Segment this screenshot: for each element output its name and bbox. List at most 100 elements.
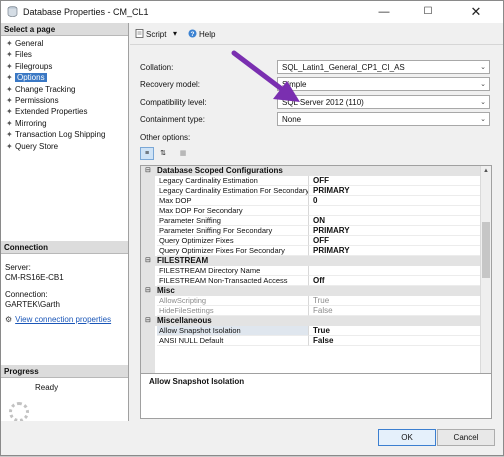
database-properties-window: Database Properties - CM_CL1 — ☐ ✕ Selec… — [0, 0, 504, 456]
close-button[interactable]: ✕ — [459, 1, 493, 23]
categorized-sort-icon[interactable]: ≡ — [140, 147, 154, 160]
property-row-query-optimizer-fixes-secondary[interactable]: Query Optimizer Fixes For Secondary PRIMA… — [141, 246, 481, 256]
wrench-icon: ✦ — [6, 61, 13, 71]
options-property-grid: ⊟ Database Scoped Configurations Legacy C… — [140, 165, 492, 391]
wrench-icon: ✦ — [6, 39, 13, 48]
dialog-footer: OK Cancel — [1, 421, 503, 455]
progress-status: Ready — [35, 383, 59, 392]
collation-row: Collation: SQL_Latin1_General_CP1_CI_AS ⌄ — [140, 60, 500, 75]
chevron-down-icon: ⌄ — [480, 116, 486, 123]
property-row-filestream-directory-name[interactable]: FILESTREAM Directory Name — [141, 266, 481, 276]
page-item-change-tracking[interactable]: ✦ Change Tracking — [3, 84, 125, 95]
property-row-legacy-cardinality-estimation[interactable]: Legacy Cardinality Estimation OFF — [141, 176, 481, 186]
page-item-query-store[interactable]: ✦ Query Store — [3, 141, 125, 152]
property-row-allowscripting[interactable]: AllowScripting True — [141, 296, 481, 306]
svg-text:?: ? — [191, 31, 195, 38]
select-page-header: Select a page — [1, 23, 128, 36]
server-value: CM-RS16E-CB1 — [5, 273, 64, 282]
page-item-filegroups[interactable]: ✦ Filegroups — [3, 61, 125, 72]
connection-value: GARTEK\Garth — [5, 300, 60, 309]
wrench-icon: ✦ — [6, 50, 13, 60]
connection-properties-icon: ⚙ — [5, 315, 13, 324]
database-icon — [7, 6, 18, 17]
page-item-general[interactable]: ✦ General — [3, 38, 125, 49]
recovery-model-select[interactable]: Simple ⌄ — [277, 77, 490, 91]
cancel-button[interactable]: Cancel — [437, 429, 495, 446]
progress-spinner-icon — [9, 402, 29, 422]
view-connection-properties-row: ⚙ View connection properties — [5, 315, 111, 324]
recovery-model-label: Recovery model: — [140, 80, 201, 89]
containment-type-label: Containment type: — [140, 115, 205, 124]
containment-type-select[interactable]: None ⌄ — [277, 112, 490, 126]
chevron-down-icon: ⌄ — [480, 81, 486, 88]
property-row-allow-snapshot-isolation[interactable]: Allow Snapshot Isolation True — [141, 326, 481, 336]
property-row-max-dop-secondary[interactable]: Max DOP For Secondary — [141, 206, 481, 216]
ok-button[interactable]: OK — [378, 429, 436, 446]
collapse-icon[interactable]: ⊟ — [145, 316, 151, 326]
collapse-icon[interactable]: ⊟ — [145, 286, 151, 296]
compatibility-level-row: Compatibility level: SQL Server 2012 (11… — [140, 95, 500, 110]
window-title: Database Properties - CM_CL1 — [23, 7, 149, 17]
script-dropdown-chevron-icon[interactable]: ▾ — [173, 29, 177, 38]
page-item-options[interactable]: ✦ Options — [3, 72, 125, 83]
help-button[interactable]: ? Help — [188, 29, 215, 39]
property-row-query-optimizer-fixes[interactable]: Query Optimizer Fixes OFF — [141, 236, 481, 246]
compatibility-level-select[interactable]: SQL Server 2012 (110) ⌄ — [277, 95, 490, 109]
scroll-thumb[interactable] — [482, 222, 490, 278]
help-icon: ? — [188, 29, 197, 38]
right-pane: Script ▾ ? Help Collation: SQL_Latin1_Gen… — [130, 23, 503, 421]
page-item-extended-properties[interactable]: ✦ Extended Properties — [3, 106, 125, 117]
collation-select[interactable]: SQL_Latin1_General_CP1_CI_AS ⌄ — [277, 60, 490, 74]
connection-label: Connection: — [5, 290, 48, 299]
grid-vertical-scrollbar[interactable]: ▲ ▼ — [480, 166, 491, 390]
property-row-parameter-sniffing-secondary[interactable]: Parameter Sniffing For Secondary PRIMARY — [141, 226, 481, 236]
property-row-parameter-sniffing[interactable]: Parameter Sniffing ON — [141, 216, 481, 226]
maximize-button[interactable]: ☐ — [411, 1, 445, 23]
view-connection-properties-link[interactable]: View connection properties — [15, 315, 111, 324]
property-row-legacy-cardinality-estimation-secondary[interactable]: Legacy Cardinality Estimation For Second… — [141, 186, 481, 196]
containment-type-row: Containment type: None ⌄ — [140, 112, 500, 127]
property-row-hidefilesettings[interactable]: HideFileSettings False — [141, 306, 481, 316]
page-item-mirroring[interactable]: ✦ Mirroring — [3, 118, 125, 129]
page-list: ✦ General ✦ Files ✦ Filegroups ✦ Options ✦ Ch… — [3, 38, 125, 152]
property-row-ansi-null-default[interactable]: ANSI NULL Default False — [141, 336, 481, 346]
collapse-icon[interactable]: ⊟ — [145, 256, 151, 266]
progress-header: Progress — [1, 365, 128, 378]
property-row-filestream-non-transacted-access[interactable]: FILESTREAM Non-Transacted Access Off — [141, 276, 481, 286]
script-icon — [135, 29, 144, 38]
server-label: Server: — [5, 263, 31, 272]
wrench-icon: ✦ — [6, 118, 13, 128]
minimize-button[interactable]: — — [367, 1, 401, 23]
category-row-misc[interactable]: ⊟ Misc — [141, 286, 481, 296]
toolbar: Script ▾ ? Help — [130, 23, 503, 45]
wrench-icon: ✦ — [6, 73, 13, 83]
other-options-label: Other options: — [140, 133, 191, 142]
recovery-model-row: Recovery model: Simple ⌄ — [140, 77, 500, 92]
property-row-max-dop[interactable]: Max DOP 0 — [141, 196, 481, 206]
title-bar: Database Properties - CM_CL1 — ☐ ✕ — [1, 1, 503, 23]
collapse-icon[interactable]: ⊟ — [145, 166, 151, 176]
property-pages-icon[interactable]: ▦ — [176, 147, 190, 160]
chevron-down-icon: ⌄ — [480, 64, 486, 71]
category-row-database-scoped-configurations[interactable]: ⊟ Database Scoped Configurations — [141, 166, 481, 176]
wrench-icon: ✦ — [6, 84, 13, 94]
left-pane: Select a page ✦ General ✦ Files ✦ Filegroup… — [1, 23, 129, 422]
chevron-down-icon: ⌄ — [480, 99, 486, 106]
category-row-filestream[interactable]: ⊟ FILESTREAM — [141, 256, 481, 266]
compatibility-level-label: Compatibility level: — [140, 98, 207, 107]
wrench-icon: ✦ — [6, 130, 13, 140]
wrench-icon: ✦ — [6, 107, 13, 117]
collation-label: Collation: — [140, 63, 174, 72]
connection-header: Connection — [1, 241, 128, 254]
alphabetical-sort-icon[interactable]: ⇅ — [156, 147, 170, 160]
page-item-permissions[interactable]: ✦ Permissions — [3, 95, 125, 106]
page-item-transaction-log-shipping[interactable]: ✦ Transaction Log Shipping — [3, 129, 125, 140]
script-button[interactable]: Script — [135, 29, 166, 39]
property-description-text: Allow Snapshot Isolation — [149, 377, 245, 386]
wrench-icon: ✦ — [6, 95, 13, 105]
category-row-miscellaneous[interactable]: ⊟ Miscellaneous — [141, 316, 481, 326]
scroll-up-icon[interactable]: ▲ — [481, 166, 491, 176]
wrench-icon: ✦ — [6, 141, 13, 151]
property-description-panel: Allow Snapshot Isolation — [140, 373, 492, 419]
page-item-files[interactable]: ✦ Files — [3, 49, 125, 60]
